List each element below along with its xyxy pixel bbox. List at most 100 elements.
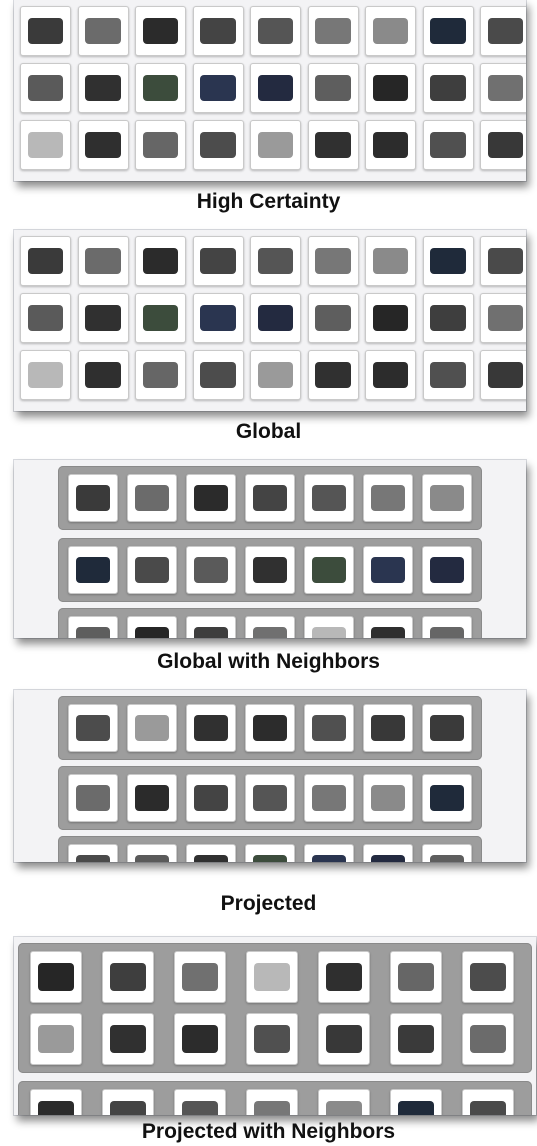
global-thumb-r2c4[interactable]: [192, 293, 244, 343]
projected-thumb-s1c7[interactable]: [422, 704, 472, 752]
global-thumb-r2c3[interactable]: [135, 293, 186, 343]
global-neighbors-thumb-s2c3[interactable]: [186, 546, 236, 594]
global-neighbors-thumb-s1c4[interactable]: [245, 474, 295, 522]
global-thumb-r3c9[interactable]: [480, 350, 526, 400]
high-certainty-thumb-r3c2[interactable]: [77, 120, 129, 170]
high-certainty-thumb-r2c1[interactable]: [20, 63, 71, 113]
projected-thumb-s3c6[interactable]: [363, 844, 413, 862]
global-thumb-r2c6[interactable]: [307, 293, 359, 343]
global-neighbors-thumb-s2c1[interactable]: [68, 546, 118, 594]
global-neighbors-thumb-s2c5[interactable]: [304, 546, 354, 594]
global-neighbors-thumb-s2c6[interactable]: [363, 546, 413, 594]
high-certainty-thumb-r2c9[interactable]: [480, 63, 526, 113]
global-neighbors-thumb-s3c3[interactable]: [186, 616, 236, 638]
high-certainty-thumb-r1c2[interactable]: [77, 6, 129, 56]
global-thumb-r1c4[interactable]: [192, 236, 244, 286]
global-thumb-r3c3[interactable]: [135, 350, 186, 400]
high-certainty-thumb-r1c9[interactable]: [480, 6, 526, 56]
projected-neighbors-thumb-r2c3[interactable]: [174, 1013, 226, 1065]
global-thumb-r1c7[interactable]: [365, 236, 416, 286]
projected-thumb-s1c4[interactable]: [245, 704, 295, 752]
projected-neighbors-thumb-r3c2[interactable]: [102, 1089, 154, 1115]
projected-neighbors-thumb-r3c4[interactable]: [246, 1089, 298, 1115]
high-certainty-thumb-r2c7[interactable]: [365, 63, 416, 113]
projected-neighbors-thumb-r3c7[interactable]: [462, 1089, 514, 1115]
projected-thumb-s2c2[interactable]: [127, 774, 177, 822]
projected-neighbors-thumb-r3c1[interactable]: [30, 1089, 82, 1115]
global-thumb-r2c8[interactable]: [422, 293, 474, 343]
projected-thumb-s2c6[interactable]: [363, 774, 413, 822]
projected-thumb-s3c5[interactable]: [304, 844, 354, 862]
high-certainty-thumb-r1c5[interactable]: [250, 6, 301, 56]
global-neighbors-thumb-s2c2[interactable]: [127, 546, 177, 594]
projected-neighbors-thumb-r1c6[interactable]: [390, 951, 442, 1003]
projected-thumb-s1c3[interactable]: [186, 704, 236, 752]
global-neighbors-thumb-s1c2[interactable]: [127, 474, 177, 522]
high-certainty-thumb-r2c2[interactable]: [77, 63, 129, 113]
high-certainty-thumb-r3c5[interactable]: [250, 120, 301, 170]
global-neighbors-thumb-s1c6[interactable]: [363, 474, 413, 522]
high-certainty-thumb-r3c9[interactable]: [480, 120, 526, 170]
global-thumb-r3c7[interactable]: [365, 350, 416, 400]
projected-thumb-s1c2[interactable]: [127, 704, 177, 752]
projected-neighbors-thumb-r3c3[interactable]: [174, 1089, 226, 1115]
projected-thumb-s2c1[interactable]: [68, 774, 118, 822]
high-certainty-thumb-r1c4[interactable]: [192, 6, 244, 56]
global-thumb-r1c2[interactable]: [77, 236, 129, 286]
global-neighbors-thumb-s3c6[interactable]: [363, 616, 413, 638]
global-neighbors-thumb-s1c5[interactable]: [304, 474, 354, 522]
projected-thumb-s3c1[interactable]: [68, 844, 118, 862]
high-certainty-thumb-r2c3[interactable]: [135, 63, 186, 113]
global-thumb-r1c5[interactable]: [250, 236, 301, 286]
global-thumb-r2c9[interactable]: [480, 293, 526, 343]
global-thumb-r3c8[interactable]: [422, 350, 474, 400]
projected-neighbors-thumb-r2c5[interactable]: [318, 1013, 370, 1065]
high-certainty-thumb-r2c8[interactable]: [422, 63, 474, 113]
high-certainty-thumb-r1c6[interactable]: [307, 6, 359, 56]
projected-thumb-s3c3[interactable]: [186, 844, 236, 862]
global-thumb-r2c7[interactable]: [365, 293, 416, 343]
global-thumb-r1c6[interactable]: [307, 236, 359, 286]
projected-thumb-s1c1[interactable]: [68, 704, 118, 752]
high-certainty-thumb-r1c8[interactable]: [422, 6, 474, 56]
high-certainty-thumb-r2c4[interactable]: [192, 63, 244, 113]
projected-neighbors-thumb-r1c4[interactable]: [246, 951, 298, 1003]
projected-thumb-s2c7[interactable]: [422, 774, 472, 822]
high-certainty-thumb-r2c6[interactable]: [307, 63, 359, 113]
high-certainty-thumb-r3c8[interactable]: [422, 120, 474, 170]
projected-thumb-s3c7[interactable]: [422, 844, 472, 862]
global-thumb-r2c5[interactable]: [250, 293, 301, 343]
projected-neighbors-thumb-r2c6[interactable]: [390, 1013, 442, 1065]
global-neighbors-thumb-s1c7[interactable]: [422, 474, 472, 522]
projected-thumb-s2c3[interactable]: [186, 774, 236, 822]
high-certainty-thumb-r3c4[interactable]: [192, 120, 244, 170]
high-certainty-thumb-r1c7[interactable]: [365, 6, 416, 56]
global-thumb-r1c1[interactable]: [20, 236, 71, 286]
high-certainty-thumb-r1c1[interactable]: [20, 6, 71, 56]
global-neighbors-thumb-s3c5[interactable]: [304, 616, 354, 638]
global-thumb-r3c1[interactable]: [20, 350, 71, 400]
projected-neighbors-thumb-r1c1[interactable]: [30, 951, 82, 1003]
global-thumb-r3c6[interactable]: [307, 350, 359, 400]
projected-thumb-s3c2[interactable]: [127, 844, 177, 862]
global-thumb-r3c2[interactable]: [77, 350, 129, 400]
projected-neighbors-thumb-r1c7[interactable]: [462, 951, 514, 1003]
global-thumb-r1c9[interactable]: [480, 236, 526, 286]
high-certainty-thumb-r3c3[interactable]: [135, 120, 186, 170]
projected-neighbors-thumb-r3c5[interactable]: [318, 1089, 370, 1115]
projected-thumb-s3c4[interactable]: [245, 844, 295, 862]
global-neighbors-thumb-s3c2[interactable]: [127, 616, 177, 638]
projected-thumb-s1c5[interactable]: [304, 704, 354, 752]
projected-neighbors-thumb-r1c3[interactable]: [174, 951, 226, 1003]
projected-neighbors-thumb-r1c5[interactable]: [318, 951, 370, 1003]
global-thumb-r1c3[interactable]: [135, 236, 186, 286]
projected-thumb-s2c5[interactable]: [304, 774, 354, 822]
projected-neighbors-thumb-r2c1[interactable]: [30, 1013, 82, 1065]
global-neighbors-thumb-s1c1[interactable]: [68, 474, 118, 522]
projected-thumb-s2c4[interactable]: [245, 774, 295, 822]
high-certainty-thumb-r3c7[interactable]: [365, 120, 416, 170]
global-thumb-r2c1[interactable]: [20, 293, 71, 343]
projected-neighbors-thumb-r1c2[interactable]: [102, 951, 154, 1003]
high-certainty-thumb-r2c5[interactable]: [250, 63, 301, 113]
projected-neighbors-thumb-r2c4[interactable]: [246, 1013, 298, 1065]
